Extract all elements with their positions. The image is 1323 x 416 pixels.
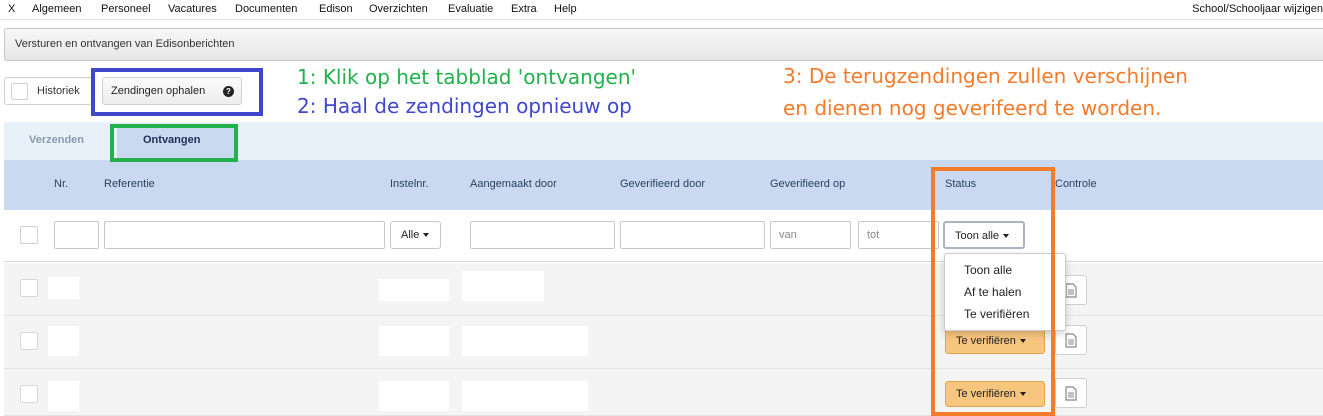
- column-geverifieerd-door[interactable]: Geverifieerd door: [620, 178, 705, 190]
- filter-instelnr-select[interactable]: Alle: [390, 221, 441, 249]
- aangemaakt-cell: [462, 326, 588, 356]
- document-icon: [1065, 283, 1077, 298]
- filter-referentie-input[interactable]: [104, 221, 385, 249]
- column-aangemaakt-door[interactable]: Aangemaakt door: [470, 178, 557, 190]
- controle-button[interactable]: [1055, 378, 1087, 408]
- page-title-bar: Versturen en ontvangen van Edisonbericht…: [4, 28, 1323, 61]
- menu-edison[interactable]: Edison: [319, 3, 353, 15]
- row-checkbox[interactable]: [20, 332, 38, 350]
- nr-cell: [48, 277, 79, 299]
- instelnr-cell: [379, 381, 449, 411]
- menu-algemeen[interactable]: Algemeen: [32, 3, 82, 15]
- column-instelnr[interactable]: Instelnr.: [390, 178, 429, 190]
- column-nr[interactable]: Nr.: [54, 178, 68, 190]
- filter-nr-input[interactable]: [54, 221, 99, 249]
- instelnr-cell: [379, 279, 449, 301]
- annotation-step-3-line-2: en dienen nog geverifeerd te worden.: [783, 96, 1162, 120]
- aangemaakt-cell: [462, 381, 588, 411]
- row-checkbox[interactable]: [20, 385, 38, 403]
- menu-personeel[interactable]: Personeel: [101, 3, 151, 15]
- column-geverifieerd-op[interactable]: Geverifieerd op: [770, 178, 845, 190]
- historiek-toggle[interactable]: Historiek: [4, 77, 92, 105]
- caret-down-icon: [423, 233, 430, 238]
- document-icon: [1065, 386, 1077, 401]
- menu-extra[interactable]: Extra: [511, 3, 537, 15]
- nr-cell: [48, 381, 79, 411]
- annotation-box-status: [931, 167, 1055, 416]
- row-checkbox[interactable]: [20, 279, 38, 297]
- document-icon: [1065, 333, 1077, 348]
- menu-close[interactable]: X: [8, 3, 15, 15]
- nr-cell: [48, 326, 79, 356]
- column-controle[interactable]: Controle: [1055, 178, 1097, 190]
- date-from-placeholder: van: [779, 229, 797, 241]
- table-row[interactable]: [4, 263, 1323, 316]
- page-title: Versturen en ontvangen van Edisonbericht…: [15, 38, 235, 50]
- menu-documenten[interactable]: Documenten: [235, 3, 297, 15]
- annotation-step-3-line-1: 3: De terugzendingen zullen verschijnen: [783, 64, 1188, 88]
- table-header: Nr. Referentie Instelnr. Aangemaakt door…: [4, 160, 1323, 210]
- menu-help[interactable]: Help: [554, 3, 577, 15]
- select-all-checkbox[interactable]: [20, 226, 38, 244]
- aangemaakt-cell: [462, 271, 544, 301]
- menu-bar: X Algemeen Personeel Vacatures Documente…: [0, 0, 1323, 20]
- historiek-label: Historiek: [37, 85, 80, 97]
- filter-instelnr-value: Alle: [401, 229, 420, 241]
- filter-row: Alle van tot Toon alle: [4, 210, 1323, 262]
- annotation-box-ophalen: [91, 68, 263, 116]
- date-to-placeholder: tot: [867, 229, 880, 241]
- table-row[interactable]: Te verifiëren: [4, 316, 1323, 369]
- table-row[interactable]: Te verifiëren: [4, 369, 1323, 416]
- menu-overzichten[interactable]: Overzichten: [369, 3, 428, 15]
- annotation-box-ontvangen: [110, 124, 238, 162]
- annotation-step-1: 1: Klik op het tabblad 'ontvangen': [297, 65, 637, 89]
- filter-date-from-input[interactable]: van: [770, 221, 851, 249]
- filter-date-to-input[interactable]: tot: [858, 221, 939, 249]
- historiek-checkbox[interactable]: [11, 83, 28, 100]
- tab-verzenden[interactable]: Verzenden: [29, 134, 84, 146]
- instelnr-cell: [379, 326, 449, 356]
- menu-evaluatie[interactable]: Evaluatie: [448, 3, 493, 15]
- annotation-step-2: 2: Haal de zendingen opnieuw op: [297, 94, 632, 118]
- column-referentie[interactable]: Referentie: [104, 178, 155, 190]
- filter-geverifieerd-door-input[interactable]: [620, 221, 765, 249]
- menu-vacatures[interactable]: Vacatures: [168, 3, 217, 15]
- school-year-link[interactable]: School/Schooljaar wijzigen: [1192, 3, 1323, 15]
- filter-aangemaakt-door-input[interactable]: [470, 221, 615, 249]
